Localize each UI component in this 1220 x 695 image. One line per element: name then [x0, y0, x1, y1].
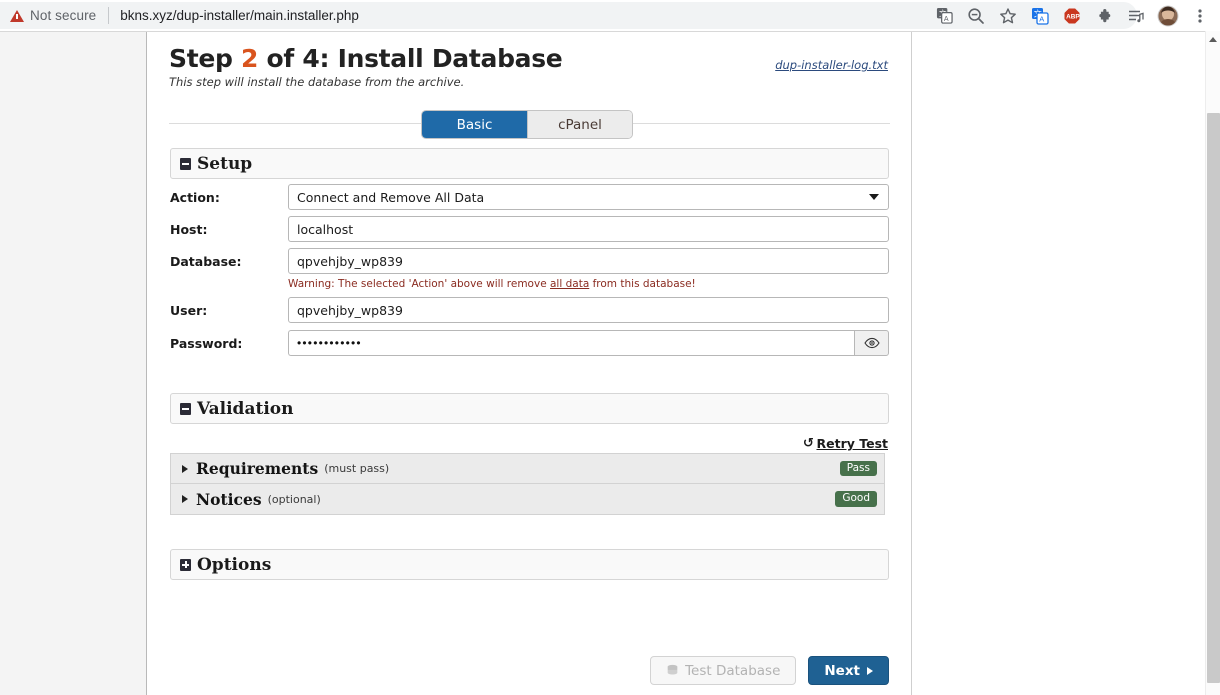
chrome-menu-icon[interactable] — [1184, 0, 1216, 31]
chevron-right-icon — [182, 464, 188, 473]
expand-plus-icon[interactable] — [180, 558, 191, 571]
tab-basic-label: Basic — [456, 116, 493, 133]
profile-avatar-icon[interactable] — [1152, 0, 1184, 31]
test-database-label: Test Database — [685, 662, 781, 679]
warning-triangle-icon — [10, 9, 24, 22]
page-title-step-number: 2 — [241, 44, 259, 73]
extensions-puzzle-icon[interactable] — [1088, 0, 1120, 31]
action-select[interactable]: Connect and Remove All Data — [288, 184, 889, 210]
bookmark-star-icon[interactable] — [992, 0, 1024, 31]
database-input-value: qpvehjby_wp839 — [297, 253, 403, 269]
url-text[interactable]: bkns.xyz/dup-installer/main.installer.ph… — [120, 8, 359, 23]
retry-test-label: Retry Test — [816, 436, 888, 451]
field-row-database: Database: qpvehjby_wp839 — [170, 248, 889, 274]
retry-test-link[interactable]: ↻ Retry Test — [803, 436, 888, 451]
page-title-suffix: of 4: Install Database — [258, 44, 563, 73]
field-row-password: Password: •••••••••••• — [170, 330, 889, 356]
validation-row-notices[interactable]: Notices (optional) Good — [170, 484, 885, 515]
page-title-prefix: Step — [169, 44, 242, 73]
notices-status-badge: Good — [835, 491, 877, 507]
tab-cpanel-label: cPanel — [558, 116, 602, 133]
omnibox-divider — [108, 7, 110, 24]
notices-title: Notices — [196, 489, 262, 509]
scrollbar-thumb[interactable] — [1207, 113, 1220, 683]
test-database-button[interactable]: Test Database — [650, 656, 797, 685]
database-warning-text: Warning: The selected 'Action' above wil… — [288, 278, 696, 290]
user-input-value: qpvehjby_wp839 — [297, 302, 403, 318]
requirements-title: Requirements — [196, 459, 319, 478]
options-section-header[interactable]: Options — [170, 549, 889, 580]
database-input[interactable]: qpvehjby_wp839 — [288, 248, 889, 274]
security-status-label: Not secure — [30, 8, 97, 23]
warning-after: from this database! — [589, 278, 696, 290]
page-header: Step 2 of 4: Install Database This step … — [169, 44, 890, 90]
next-button[interactable]: Next — [808, 656, 889, 685]
toggle-password-visibility-button[interactable] — [854, 330, 889, 356]
adblock-plus-icon[interactable]: ABP — [1056, 0, 1088, 31]
footer-button-row: Test Database Next — [650, 656, 889, 685]
notices-note: (optional) — [267, 492, 321, 506]
action-select-value: Connect and Remove All Data — [297, 189, 485, 205]
security-status[interactable]: Not secure — [10, 8, 96, 23]
password-input[interactable]: •••••••••••• — [288, 330, 854, 356]
database-label: Database: — [170, 253, 242, 269]
tab-basic[interactable]: Basic — [422, 111, 527, 138]
scroll-up-button[interactable] — [1206, 31, 1220, 47]
action-label: Action: — [170, 189, 220, 205]
chevron-down-icon — [869, 194, 879, 200]
chevron-up-icon — [1209, 36, 1217, 42]
validation-section-header[interactable]: Validation — [170, 393, 889, 424]
translate-icon[interactable]: 文 A — [928, 0, 960, 31]
left-margin-area — [0, 32, 147, 695]
warning-before: Warning: The selected 'Action' above wil… — [288, 278, 550, 290]
page-subtitle: This step will install the database from… — [169, 75, 465, 90]
database-icon — [666, 664, 679, 677]
mode-tabs: Basic cPanel — [422, 111, 632, 138]
warning-emphasis: all data — [550, 278, 590, 290]
eye-icon — [863, 337, 880, 349]
installer-log-link[interactable]: dup-installer-log.txt — [775, 58, 888, 72]
zoom-out-icon[interactable] — [960, 0, 992, 31]
next-button-label: Next — [824, 662, 860, 679]
validation-row-requirements[interactable]: Requirements (must pass) Pass — [170, 453, 885, 484]
validation-section-title: Validation — [197, 398, 294, 419]
page-viewport: Step 2 of 4: Install Database This step … — [0, 31, 1220, 695]
setup-section-header[interactable]: Setup — [170, 148, 889, 179]
password-field-group: •••••••••••• — [288, 330, 889, 356]
browser-toolbar: Not secure bkns.xyz/dup-installer/main.i… — [0, 0, 1220, 31]
setup-section-title: Setup — [197, 153, 253, 174]
tab-cpanel[interactable]: cPanel — [527, 111, 632, 138]
host-input[interactable]: localhost — [288, 216, 889, 242]
collapse-minus-icon[interactable] — [180, 157, 191, 170]
installer-page: Step 2 of 4: Install Database This step … — [148, 32, 911, 695]
requirements-note: (must pass) — [324, 462, 390, 475]
field-row-action: Action: Connect and Remove All Data — [170, 184, 889, 210]
toolbar-icon-group: 文 A 文 A — [928, 0, 1216, 31]
right-margin-area — [911, 32, 1205, 695]
user-input[interactable]: qpvehjby_wp839 — [288, 297, 889, 323]
host-input-value: localhost — [297, 221, 354, 237]
requirements-status-badge: Pass — [839, 460, 877, 477]
media-playlist-icon[interactable] — [1120, 0, 1152, 31]
google-translate-extension-icon[interactable]: 文 A — [1024, 0, 1056, 31]
password-input-value: •••••••••••• — [297, 336, 362, 350]
user-label: User: — [170, 302, 208, 318]
svg-text:A: A — [943, 15, 948, 23]
field-row-user: User: qpvehjby_wp839 — [170, 297, 889, 323]
vertical-scrollbar[interactable] — [1205, 31, 1220, 695]
collapse-minus-icon[interactable] — [180, 402, 191, 415]
chevron-right-icon — [867, 666, 873, 675]
host-label: Host: — [170, 221, 208, 237]
options-section-title: Options — [197, 554, 272, 575]
field-row-host: Host: localhost — [170, 216, 889, 242]
svg-text:A: A — [1039, 14, 1044, 23]
password-label: Password: — [170, 335, 243, 351]
refresh-icon: ↻ — [802, 436, 814, 451]
svg-text:ABP: ABP — [1066, 13, 1080, 20]
chevron-right-icon — [182, 495, 188, 503]
